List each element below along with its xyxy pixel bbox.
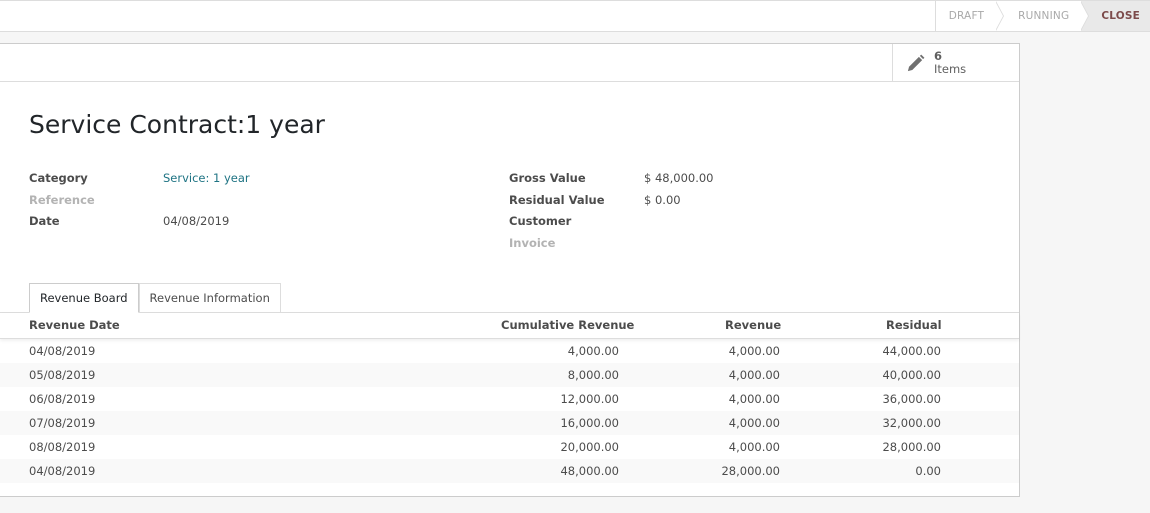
field-residual-value: Residual Value $ 0.00 [509, 192, 714, 214]
cell-cumulative-revenue: 12,000.00 [560, 392, 619, 406]
cell-revenue-date: 05/08/2019 [29, 368, 96, 382]
header-residual[interactable]: Residual [886, 313, 942, 337]
field-invoice: Invoice [509, 235, 714, 257]
page-title: Service Contract:1 year [29, 110, 325, 139]
category-link[interactable]: Service: 1 year [163, 170, 250, 192]
tab-revenue-board[interactable]: Revenue Board [29, 283, 139, 313]
field-customer: Customer [509, 213, 714, 235]
items-button-text: 6 Items [934, 50, 966, 76]
form-sheet: 6 Items Service Contract:1 year Category… [0, 43, 1020, 497]
cell-revenue-date: 04/08/2019 [29, 344, 96, 358]
field-label: Category [29, 171, 88, 185]
field-gross-value: Gross Value $ 48,000.00 [509, 170, 714, 192]
cell-revenue: 4,000.00 [728, 440, 780, 454]
table-header: Revenue Date Cumulative Revenue Revenue … [0, 313, 1019, 339]
chevron-right-icon [995, 1, 1005, 31]
field-label: Residual Value [509, 192, 605, 207]
stage-running-label: RUNNING [1018, 10, 1070, 22]
table-row[interactable]: 04/08/2019 48,000.00 28,000.00 0.00 [0, 459, 1019, 483]
stage-draft-label: DRAFT [948, 10, 985, 22]
cell-cumulative-revenue: 16,000.00 [560, 416, 619, 430]
cell-residual: 32,000.00 [882, 416, 941, 430]
right-field-group: Gross Value $ 48,000.00 Residual Value $… [509, 170, 714, 256]
stage-close-label: CLOSE [1101, 10, 1140, 22]
tab-revenue-information[interactable]: Revenue Information [138, 283, 281, 313]
stage-close[interactable]: CLOSE [1081, 1, 1150, 31]
date-value: 04/08/2019 [163, 214, 230, 228]
notebook-tabs: Revenue Board Revenue Information [29, 283, 281, 313]
table-row[interactable]: 04/08/2019 4,000.00 4,000.00 44,000.00 [0, 339, 1019, 363]
field-date: Date 04/08/2019 [29, 213, 250, 235]
gross-value: $ 48,000.00 [644, 171, 714, 185]
header-revenue[interactable]: Revenue [725, 313, 781, 337]
cell-residual: 44,000.00 [882, 344, 941, 358]
stage-pipeline: DRAFT RUNNING CLOSE [934, 1, 1150, 31]
cell-revenue-date: 07/08/2019 [29, 416, 96, 430]
field-label: Invoice [509, 235, 556, 250]
field-label: Reference [29, 192, 95, 207]
field-label: Date [29, 214, 60, 228]
table-row[interactable]: 05/08/2019 8,000.00 4,000.00 40,000.00 [0, 363, 1019, 387]
cell-revenue-date: 06/08/2019 [29, 392, 96, 406]
header-cumulative-revenue[interactable]: Cumulative Revenue [501, 313, 634, 337]
table-row[interactable]: 06/08/2019 12,000.00 4,000.00 36,000.00 [0, 387, 1019, 411]
field-label: Customer [509, 214, 572, 228]
cell-cumulative-revenue: 8,000.00 [567, 368, 619, 382]
field-reference: Reference [29, 192, 250, 214]
cell-revenue-date: 08/08/2019 [29, 440, 96, 454]
status-bar: DRAFT RUNNING CLOSE [0, 0, 1150, 32]
chevron-right-icon [1080, 1, 1090, 31]
revenue-table: Revenue Date Cumulative Revenue Revenue … [0, 313, 1019, 483]
stage-draft[interactable]: DRAFT [934, 1, 1005, 31]
table-row[interactable]: 08/08/2019 20,000.00 4,000.00 28,000.00 [0, 435, 1019, 459]
cell-revenue: 4,000.00 [728, 344, 780, 358]
stage-running[interactable]: RUNNING [996, 1, 1090, 31]
items-smart-button[interactable]: 6 Items [892, 44, 1019, 82]
cell-revenue: 28,000.00 [721, 464, 780, 478]
left-field-group: Category Service: 1 year Reference Date … [29, 170, 250, 235]
cell-revenue: 4,000.00 [728, 392, 780, 406]
cell-cumulative-revenue: 4,000.00 [567, 344, 619, 358]
pencil-icon [907, 54, 925, 71]
cell-residual: 36,000.00 [882, 392, 941, 406]
field-category: Category Service: 1 year [29, 170, 250, 192]
button-box: 6 Items [0, 44, 1019, 82]
cell-revenue: 4,000.00 [728, 368, 780, 382]
table-row[interactable]: 07/08/2019 16,000.00 4,000.00 32,000.00 [0, 411, 1019, 435]
cell-cumulative-revenue: 48,000.00 [560, 464, 619, 478]
table-body: 04/08/2019 4,000.00 4,000.00 44,000.00 05/08… [0, 339, 1019, 483]
cell-revenue-date: 04/08/2019 [29, 464, 96, 478]
field-label: Gross Value [509, 171, 586, 185]
cell-cumulative-revenue: 20,000.00 [560, 440, 619, 454]
cell-residual: 0.00 [915, 464, 941, 478]
items-label: Items [934, 62, 967, 76]
residual-value: $ 0.00 [644, 192, 681, 207]
cell-revenue: 4,000.00 [728, 416, 780, 430]
cell-residual: 40,000.00 [882, 368, 941, 382]
header-revenue-date[interactable]: Revenue Date [29, 313, 120, 337]
cell-residual: 28,000.00 [882, 440, 941, 454]
